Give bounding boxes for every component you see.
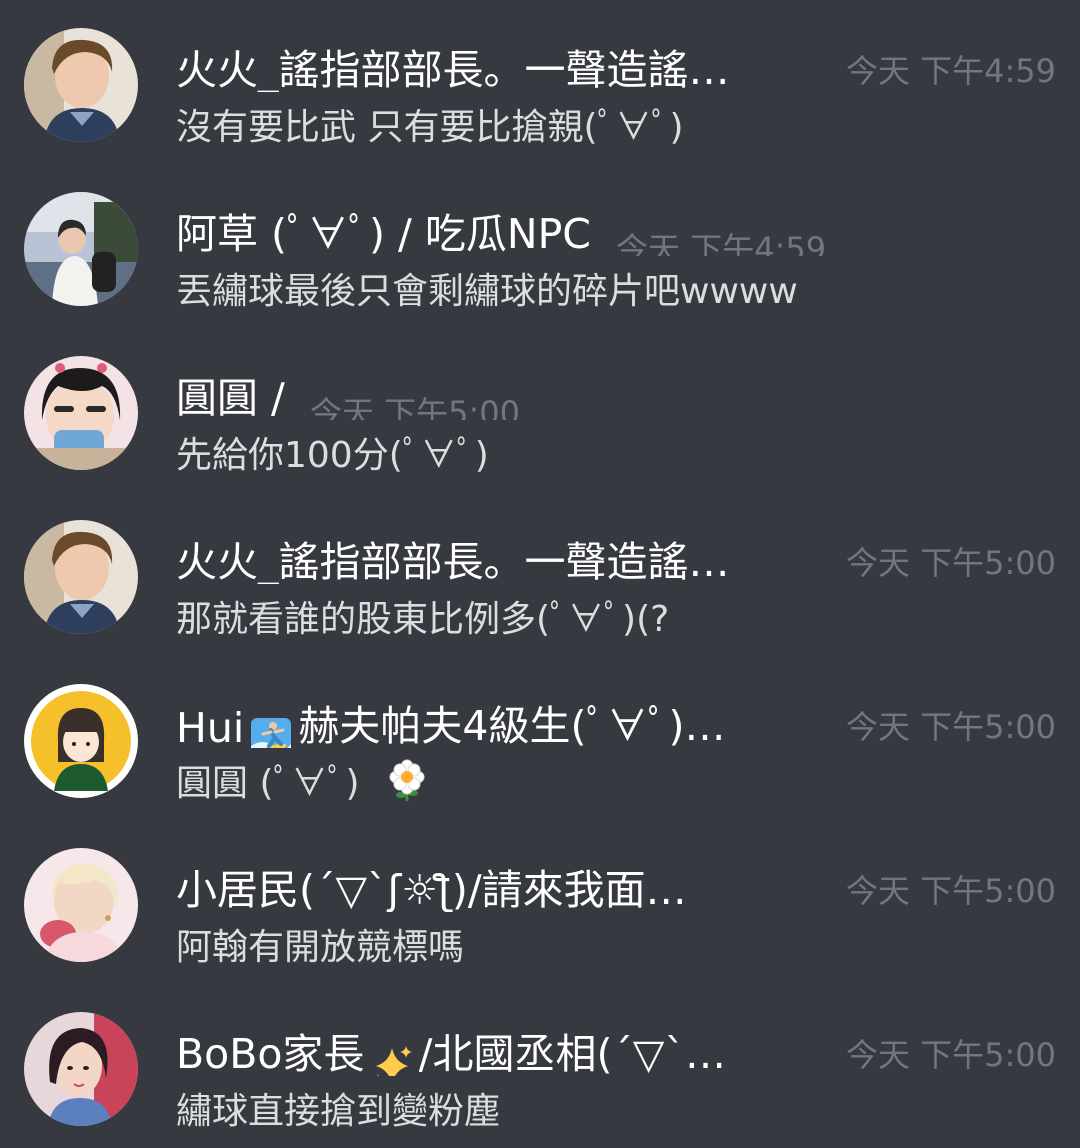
message-text: 繡球直接搶到變粉塵	[176, 1091, 501, 1132]
message-text: 先給你100分(ﾟ∀ﾟ)	[176, 435, 489, 476]
author-name[interactable]: Hui 赫夫帕夫4級生(ﾟ∀ﾟ)…	[176, 692, 725, 748]
avatar-image	[24, 356, 138, 470]
message-text: 丟繡球最後只會剩繡球的碎片吧wwww	[176, 271, 798, 312]
message-header: 小居民(´▽`ʃ☼ƪ)/請來我面… 今天 下午5:00	[176, 856, 1056, 912]
message-header: Hui 赫夫帕夫4級生(ﾟ∀ﾟ)… 今天 下午5:00	[176, 692, 1056, 748]
user-avatar[interactable]	[24, 192, 138, 306]
avatar-image	[24, 520, 138, 634]
message-header: 圓圓 / 今天 下午5:00	[176, 364, 1056, 420]
message-item: 小居民(´▽`ʃ☼ƪ)/請來我面… 今天 下午5:00 阿翰有開放競標嗎	[0, 820, 1080, 984]
author-name-prefix: Hui	[176, 704, 245, 748]
message-header: 火火_謠指部部長。一聲造謠… 今天 下午4:59	[176, 36, 1056, 92]
author-name-prefix: BoBo家長	[176, 1030, 365, 1076]
message-text: 圓圓 (ﾟ∀ﾟ)	[176, 754, 429, 806]
author-name-suffix: /北國丞相(´▽`…	[418, 1030, 726, 1076]
author-name[interactable]: 圓圓 /	[176, 364, 285, 420]
message-item: BoBo家長 /北國丞相(´▽`… 今天 下午5:00 繡球直接搶到變粉塵	[0, 984, 1080, 1148]
message-text: 沒有要比武 只有要比搶親(ﾟ∀ﾟ)	[176, 107, 684, 148]
author-name[interactable]: 小居民(´▽`ʃ☼ƪ)/請來我面…	[176, 856, 687, 912]
avatar-image	[24, 28, 138, 142]
user-avatar[interactable]	[24, 1012, 138, 1126]
avatar-image	[24, 192, 138, 306]
avatar-image	[24, 848, 138, 962]
message-header: 火火_謠指部部長。一聲造謠… 今天 下午5:00	[176, 528, 1056, 584]
surfer-icon	[251, 718, 292, 748]
user-avatar[interactable]	[24, 520, 138, 634]
timestamp: 今天 下午4:59	[616, 230, 827, 256]
author-name-suffix: 赫夫帕夫4級生(ﾟ∀ﾟ)…	[298, 702, 726, 748]
timestamp: 今天 下午5:00	[845, 872, 1056, 910]
user-avatar[interactable]	[24, 848, 138, 962]
author-name[interactable]: 阿草 (ﾟ∀ﾟ) / 吃瓜NPC	[176, 200, 591, 256]
avatar-image	[24, 684, 138, 798]
user-avatar[interactable]	[24, 356, 138, 470]
timestamp: 今天 下午5:00	[845, 1036, 1056, 1074]
author-name[interactable]: 火火_謠指部部長。一聲造謠…	[176, 36, 730, 92]
timestamp: 今天 下午5:00	[845, 708, 1056, 746]
author-name[interactable]: BoBo家長 /北國丞相(´▽`…	[176, 1020, 726, 1076]
message-item: Hui 赫夫帕夫4級生(ﾟ∀ﾟ)… 今天 下午5:00 圓圓 (ﾟ∀ﾟ)	[0, 656, 1080, 820]
timestamp: 今天 下午5:00	[845, 544, 1056, 582]
timestamp: 今天 下午5:00	[309, 394, 520, 420]
user-avatar[interactable]	[24, 28, 138, 142]
chat-message-list: 火火_謠指部部長。一聲造謠… 今天 下午4:59 沒有要比武 只有要比搶親(ﾟ∀…	[0, 0, 1080, 1146]
message-text: 阿翰有開放競標嗎	[176, 927, 465, 968]
message-text-content: 圓圓 (ﾟ∀ﾟ)	[176, 763, 360, 804]
message-header: 阿草 (ﾟ∀ﾟ) / 吃瓜NPC 今天 下午4:59	[176, 200, 1056, 256]
message-header: BoBo家長 /北國丞相(´▽`… 今天 下午5:00	[176, 1020, 1056, 1076]
message-text: 那就看誰的股東比例多(ﾟ∀ﾟ)(?	[176, 599, 670, 640]
message-item: 圓圓 / 今天 下午5:00 先給你100分(ﾟ∀ﾟ)	[0, 328, 1080, 492]
message-item: 火火_謠指部部長。一聲造謠… 今天 下午5:00 那就看誰的股東比例多(ﾟ∀ﾟ)…	[0, 492, 1080, 656]
timestamp: 今天 下午4:59	[845, 52, 1056, 90]
author-name[interactable]: 火火_謠指部部長。一聲造謠…	[176, 528, 730, 584]
flower-icon	[389, 759, 425, 801]
user-avatar[interactable]	[24, 684, 138, 798]
avatar-image	[24, 1012, 138, 1126]
message-item: 火火_謠指部部長。一聲造謠… 今天 下午4:59 沒有要比武 只有要比搶親(ﾟ∀…	[0, 0, 1080, 164]
sparkles-icon	[375, 1046, 412, 1076]
message-item: 阿草 (ﾟ∀ﾟ) / 吃瓜NPC 今天 下午4:59 丟繡球最後只會剩繡球的碎片…	[0, 164, 1080, 328]
